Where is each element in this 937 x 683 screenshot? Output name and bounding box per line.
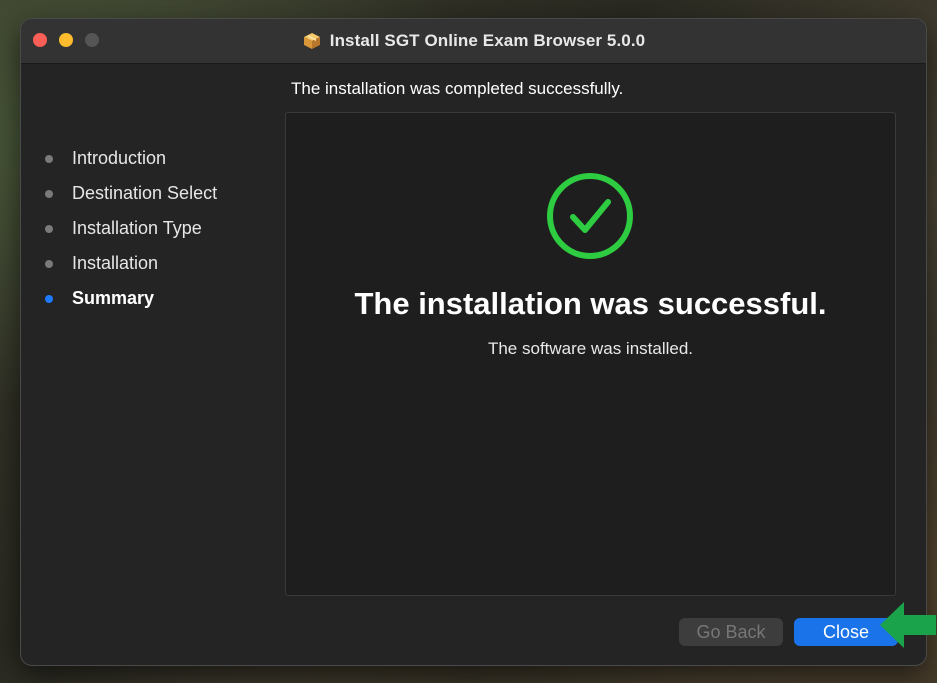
- installer-window: Install SGT Online Exam Browser 5.0.0 Th…: [20, 18, 927, 666]
- step-bullet: [45, 259, 53, 268]
- package-icon: [302, 31, 322, 51]
- checkmark-circle-icon: [547, 173, 633, 259]
- sidebar-item-destination-select: Destination Select: [45, 176, 285, 211]
- header-status-text: The installation was completed successfu…: [291, 79, 624, 98]
- sidebar-item-label: Destination Select: [72, 183, 218, 203]
- window-title-group: Install SGT Online Exam Browser 5.0.0: [21, 19, 926, 63]
- go-back-button: Go Back: [679, 618, 783, 646]
- success-title: The installation was successful.: [354, 286, 827, 321]
- step-bullet: [45, 224, 53, 233]
- sidebar-item-label: Installation: [72, 253, 159, 273]
- step-bullet: [45, 189, 53, 198]
- sidebar-item-summary: Summary: [45, 281, 285, 316]
- sidebar-item-introduction: Introduction: [45, 141, 285, 176]
- sidebar-item-installation: Installation: [45, 246, 285, 281]
- sidebar-item-installation-type: Installation Type: [45, 211, 285, 246]
- sidebar-item-label: Introduction: [72, 148, 167, 168]
- sidebar-item-label: Installation Type: [72, 218, 202, 238]
- success-subtitle: The software was installed.: [487, 339, 694, 358]
- summary-content-panel: The installation was successful. The sof…: [285, 112, 896, 596]
- window-title: Install SGT Online Exam Browser 5.0.0: [329, 31, 646, 50]
- step-bullet: [45, 154, 53, 163]
- sidebar-item-label: Summary: [72, 288, 155, 308]
- arrow-left-icon: [880, 602, 936, 648]
- installer-steps-sidebar: Introduction Destination Select Installa…: [45, 141, 285, 316]
- step-bullet-active: [45, 294, 53, 303]
- title-bar[interactable]: Install SGT Online Exam Browser 5.0.0: [21, 19, 926, 64]
